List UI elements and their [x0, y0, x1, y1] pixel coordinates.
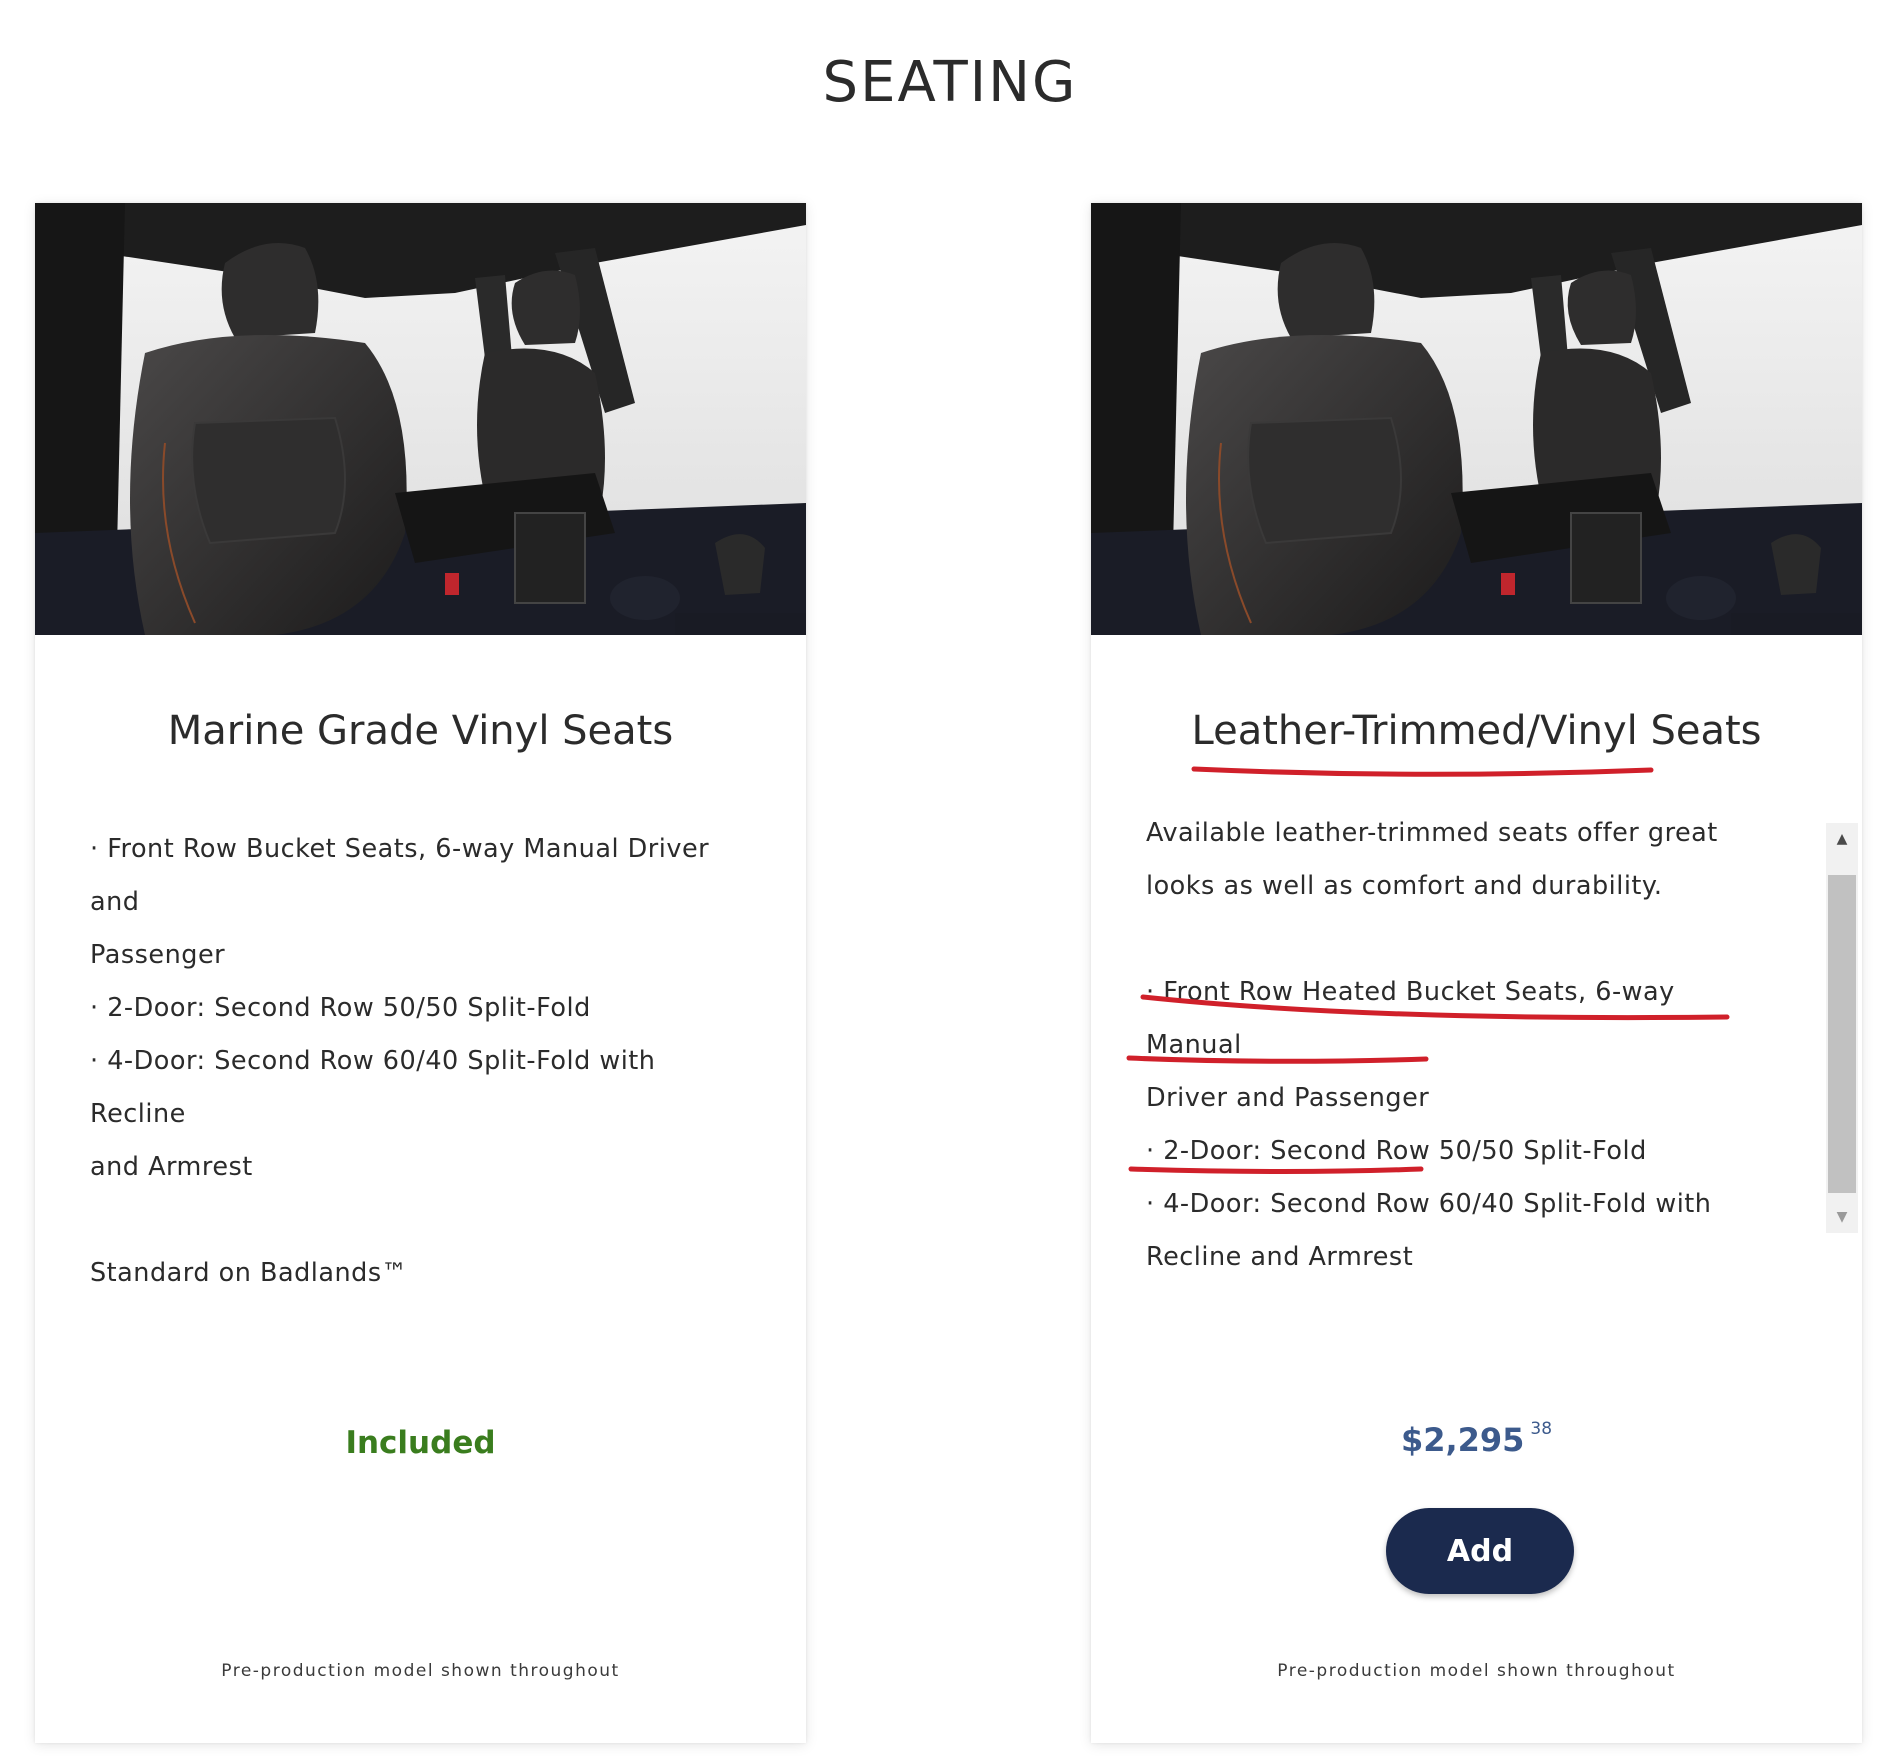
footnote: Pre-production model shown throughout: [1277, 1661, 1676, 1681]
feature-line: · Front Row Heated Bucket Seats, 6-way M…: [1146, 977, 1675, 1060]
feature-line: Driver and Passenger: [1146, 1083, 1430, 1113]
feature-line: Passenger: [90, 940, 226, 970]
triangle-up-icon[interactable]: ▲: [1826, 823, 1858, 855]
price: $2,295 38: [1091, 1419, 1862, 1459]
option-details: · Front Row Bucket Seats, 6-way Manual D…: [90, 823, 750, 1300]
option-card-leather[interactable]: Leather-Trimmed/Vinyl Seats Available le…: [1091, 203, 1862, 1743]
included-status: Included: [345, 1425, 496, 1461]
price-cents: 38: [1530, 1419, 1553, 1439]
option-details: Available leather-trimmed seats offer gr…: [1146, 807, 1776, 1284]
details-scrollbar[interactable]: ▲ ▼: [1826, 823, 1858, 1233]
seat-image: [35, 203, 806, 635]
standard-note: Standard on Badlands™: [90, 1258, 408, 1288]
triangle-down-icon[interactable]: ▼: [1826, 1201, 1858, 1233]
add-button[interactable]: Add: [1386, 1508, 1574, 1594]
feature-line: · 4-Door: Second Row 60/40 Split-Fold wi…: [90, 1046, 656, 1129]
page-title: SEATING: [822, 50, 1078, 115]
description-line: Available leather-trimmed seats offer gr…: [1146, 818, 1718, 848]
scroll-thumb[interactable]: [1828, 875, 1856, 1193]
footnote: Pre-production model shown throughout: [221, 1661, 620, 1681]
option-title: Marine Grade Vinyl Seats: [167, 708, 674, 754]
feature-line: and Armrest: [90, 1152, 253, 1182]
feature-line: · 2-Door: Second Row 50/50 Split-Fold: [90, 993, 591, 1023]
feature-line: · 2-Door: Second Row 50/50 Split-Fold: [1146, 1136, 1647, 1166]
option-card-vinyl[interactable]: Marine Grade Vinyl Seats · Front Row Buc…: [35, 203, 806, 1743]
feature-line: · 4-Door: Second Row 60/40 Split-Fold wi…: [1146, 1189, 1712, 1219]
price-dollars: $2,295: [1400, 1421, 1525, 1459]
feature-line: Recline and Armrest: [1146, 1242, 1414, 1272]
option-title: Leather-Trimmed/Vinyl Seats: [1191, 708, 1762, 754]
seat-image: [1091, 203, 1862, 635]
feature-line: · Front Row Bucket Seats, 6-way Manual D…: [90, 834, 710, 917]
description-line: looks as well as comfort and durability.: [1146, 871, 1663, 901]
